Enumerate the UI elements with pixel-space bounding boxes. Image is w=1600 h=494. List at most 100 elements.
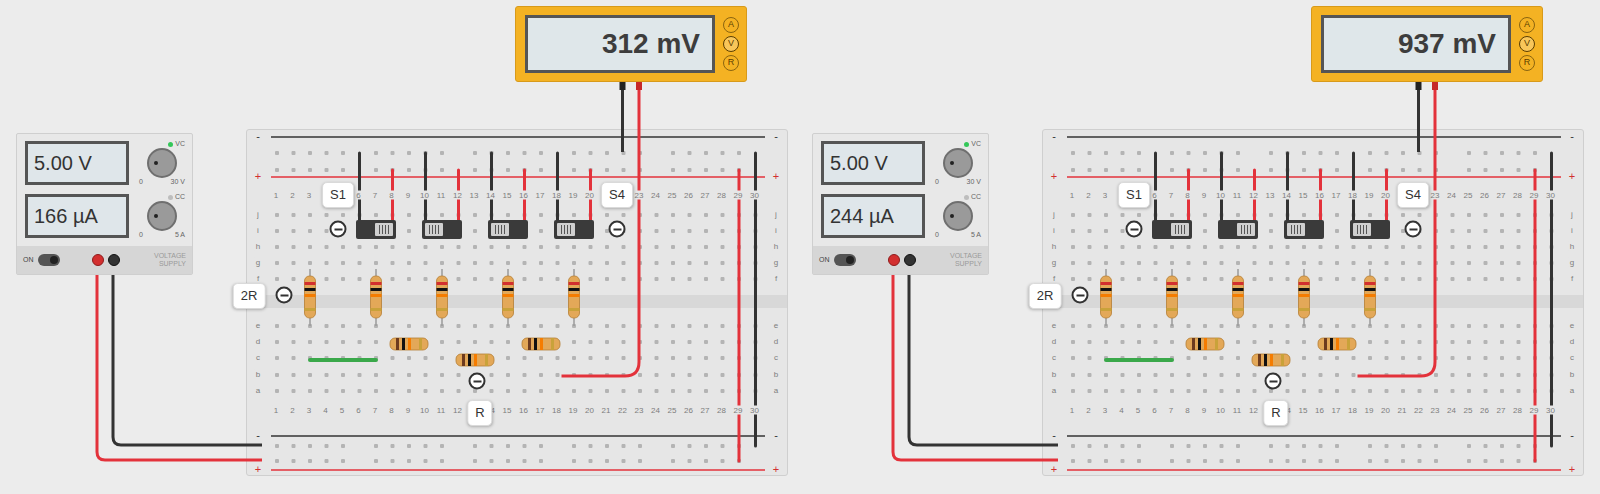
minus-circle-icon[interactable] [1265, 373, 1282, 390]
probe-positive-wire[interactable] [1358, 82, 1436, 376]
series-resistor[interactable] [1186, 338, 1224, 350]
adjust-knob[interactable] [147, 201, 177, 231]
negative-terminal[interactable] [904, 254, 916, 266]
rail-wire[interactable] [1550, 153, 1553, 446]
ladder-resistor[interactable] [371, 269, 382, 326]
slide-switch[interactable] [1152, 220, 1192, 239]
mode-button[interactable]: R [1519, 55, 1535, 71]
slide-switch[interactable] [488, 220, 528, 239]
ladder-resistor[interactable] [1167, 269, 1178, 326]
ladder-resistor[interactable] [1233, 269, 1244, 326]
adjust-knob[interactable] [943, 201, 973, 231]
ladder-resistor[interactable] [437, 269, 448, 326]
switch-knob[interactable] [1287, 223, 1305, 236]
supply-wire[interactable] [1253, 170, 1256, 220]
slide-switch[interactable] [1284, 220, 1324, 239]
component-label[interactable]: 2R [1029, 283, 1062, 309]
ground-wire[interactable] [358, 153, 361, 220]
multimeter[interactable]: 312 mVAVR [515, 6, 747, 82]
power-supply[interactable]: 5.00 VVC030 V166 µACC05 AONVOLTAGE SUPPL… [16, 133, 193, 275]
switch-knob[interactable] [1237, 223, 1255, 236]
rail-wire[interactable] [1534, 170, 1537, 461]
minus-circle-icon[interactable] [276, 287, 293, 304]
positive-terminal[interactable] [92, 254, 104, 266]
ladder-resistor[interactable] [503, 269, 514, 326]
switch-knob[interactable] [557, 223, 575, 236]
supply-wire[interactable] [457, 170, 460, 220]
component-label[interactable]: R [467, 400, 492, 426]
slide-switch[interactable] [1350, 220, 1390, 239]
series-resistor[interactable] [1252, 354, 1290, 366]
row-letter: g [773, 258, 779, 267]
series-resistor[interactable] [1318, 338, 1356, 350]
ground-wire[interactable] [556, 153, 559, 220]
positive-terminal[interactable] [888, 254, 900, 266]
multimeter[interactable]: 937 mVAVR [1311, 6, 1543, 82]
component-label[interactable]: S4 [601, 182, 633, 208]
minus-circle-icon[interactable] [469, 373, 486, 390]
adjust-knob[interactable] [943, 148, 973, 178]
mode-button[interactable]: A [723, 17, 739, 33]
switch-knob[interactable] [1353, 223, 1371, 236]
adjust-knob[interactable] [147, 148, 177, 178]
minus-circle-icon[interactable] [609, 221, 626, 238]
slide-switch[interactable] [356, 220, 396, 239]
minus-circle-icon[interactable] [330, 221, 347, 238]
mode-button[interactable]: V [1519, 36, 1535, 52]
ground-wire[interactable] [1154, 153, 1157, 220]
series-resistor[interactable] [522, 338, 560, 350]
ladder-resistor[interactable] [569, 269, 580, 326]
switch-knob[interactable] [491, 223, 509, 236]
ground-wire[interactable] [1286, 153, 1289, 220]
mode-button[interactable]: V [723, 36, 739, 52]
ladder-resistor[interactable] [1365, 269, 1376, 326]
switch-knob[interactable] [1171, 223, 1189, 236]
power-toggle[interactable] [38, 254, 60, 266]
ladder-resistor[interactable] [1101, 269, 1112, 326]
supply-wire[interactable] [1385, 170, 1388, 220]
ground-wire[interactable] [1220, 153, 1223, 220]
row-letter: f [1570, 274, 1574, 283]
ground-wire[interactable] [424, 153, 427, 220]
supply-wire[interactable] [1187, 170, 1190, 220]
component-label[interactable]: S1 [322, 182, 354, 208]
slide-switch[interactable] [1218, 220, 1258, 239]
mode-button[interactable]: R [723, 55, 739, 71]
minus-circle-icon[interactable] [1126, 221, 1143, 238]
negative-terminal[interactable] [108, 254, 120, 266]
supply-wire[interactable] [391, 170, 394, 220]
scale-min: 0 [139, 178, 143, 186]
supply-wire[interactable] [523, 170, 526, 220]
rail-sign: - [773, 431, 779, 440]
row-letter: d [255, 337, 261, 346]
jumper-wire[interactable] [1106, 358, 1172, 362]
rail-wire[interactable] [754, 153, 757, 446]
switch-knob[interactable] [375, 223, 393, 236]
ladder-resistor[interactable] [305, 269, 316, 326]
slide-switch[interactable] [554, 220, 594, 239]
power-supply[interactable]: 5.00 VVC030 V244 µACC05 AONVOLTAGE SUPPL… [812, 133, 989, 275]
supply-wire[interactable] [589, 170, 592, 220]
component-label[interactable]: S1 [1118, 182, 1150, 208]
power-toggle[interactable] [834, 254, 856, 266]
jumper-wire[interactable] [310, 358, 376, 362]
ladder-resistor[interactable] [1299, 269, 1310, 326]
mode-button[interactable]: A [1519, 17, 1535, 33]
component-label[interactable]: S4 [1397, 182, 1429, 208]
ground-wire[interactable] [490, 153, 493, 220]
supply-wire[interactable] [1319, 170, 1322, 220]
probe-negative-wire[interactable] [1417, 82, 1420, 152]
minus-circle-icon[interactable] [1405, 221, 1422, 238]
probe-positive-wire[interactable] [562, 82, 640, 376]
minus-circle-icon[interactable] [1072, 287, 1089, 304]
series-resistor[interactable] [390, 338, 428, 350]
slide-switch[interactable] [422, 220, 462, 239]
switch-knob[interactable] [425, 223, 443, 236]
component-label[interactable]: R [1263, 400, 1288, 426]
column-number: 18 [1347, 406, 1358, 415]
series-resistor[interactable] [456, 354, 494, 366]
rail-wire[interactable] [738, 170, 741, 461]
probe-negative-wire[interactable] [621, 82, 624, 152]
ground-wire[interactable] [1352, 153, 1355, 220]
component-label[interactable]: 2R [233, 283, 266, 309]
